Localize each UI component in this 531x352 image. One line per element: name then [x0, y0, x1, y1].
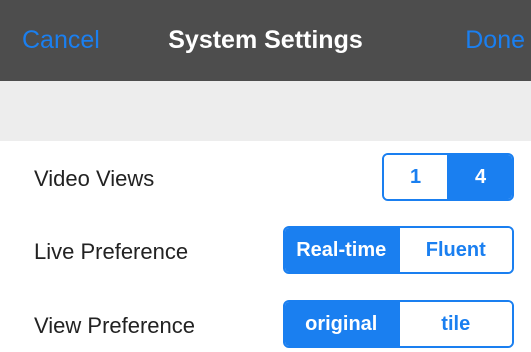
navigation-bar: Cancel System Settings Done	[0, 0, 531, 81]
setting-row-view-preference: View Preference original tile	[0, 285, 531, 352]
done-button[interactable]: Done	[465, 26, 525, 55]
live-preference-segmented-control: Real-time Fluent	[283, 226, 514, 274]
live-preference-option-fluent[interactable]: Fluent	[397, 228, 512, 272]
page-title: System Settings	[168, 26, 363, 54]
video-views-segmented-control: 1 4	[382, 153, 514, 201]
view-preference-option-original[interactable]: original	[285, 302, 398, 346]
video-views-option-4[interactable]: 4	[447, 155, 512, 199]
system-settings-screen: Cancel System Settings Done Video Views …	[0, 0, 531, 352]
setting-row-video-views: Video Views 1 4	[0, 141, 531, 213]
live-preference-option-real-time[interactable]: Real-time	[285, 228, 398, 272]
setting-row-live-preference: Live Preference Real-time Fluent	[0, 213, 531, 285]
view-preference-segmented-control: original tile	[283, 300, 514, 348]
view-preference-label: View Preference	[34, 313, 196, 338]
live-preference-label: Live Preference	[34, 239, 189, 264]
video-views-label: Video Views	[34, 166, 155, 191]
section-spacer	[0, 81, 531, 141]
view-preference-option-tile[interactable]: tile	[397, 302, 512, 346]
video-views-option-1[interactable]: 1	[384, 155, 447, 199]
